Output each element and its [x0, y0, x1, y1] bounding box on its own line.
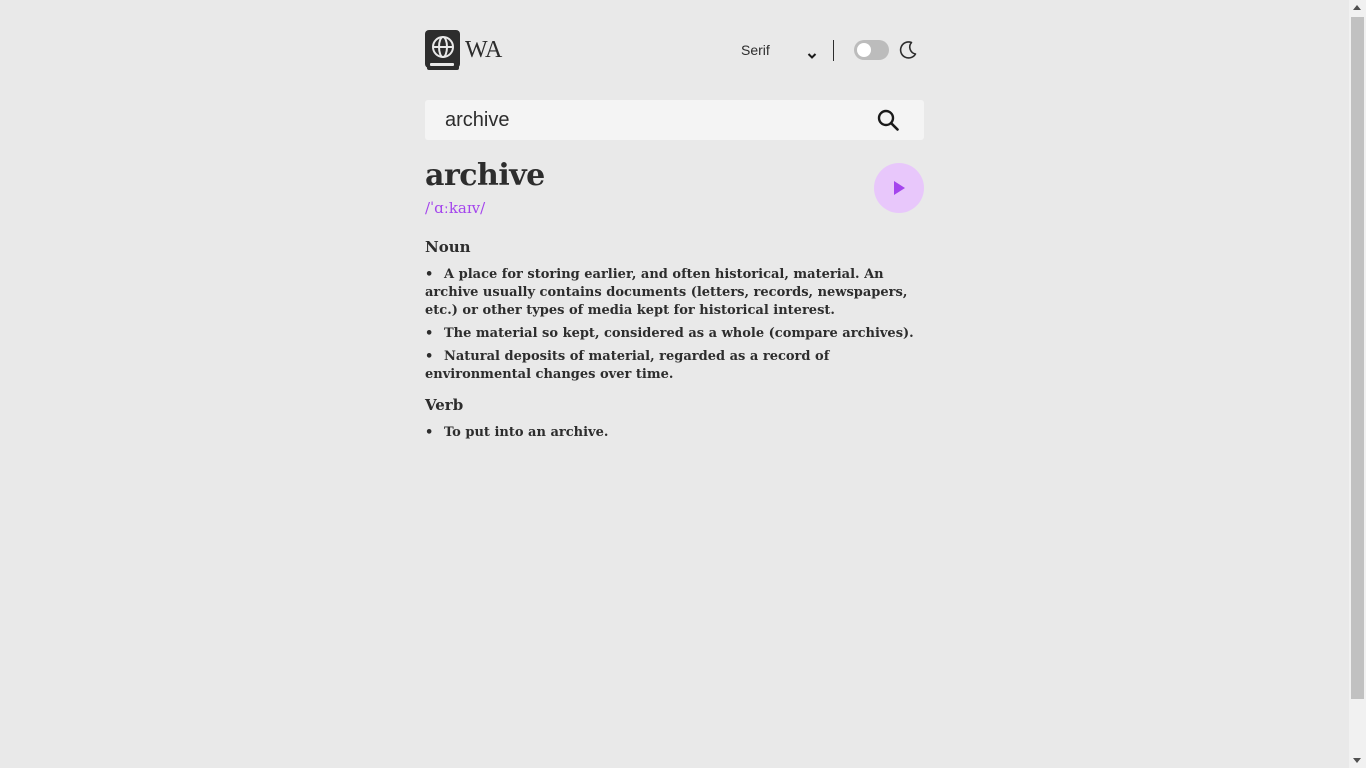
- vertical-scrollbar[interactable]: [1349, 0, 1366, 768]
- definition-text: A place for storing earlier, and often h…: [425, 267, 908, 318]
- search-input[interactable]: [445, 100, 865, 140]
- scrollbar-thumb[interactable]: [1351, 17, 1364, 699]
- bullet: •: [425, 425, 434, 440]
- font-select-value: Serif: [741, 42, 770, 58]
- part-of-speech-noun: Noun: [425, 238, 471, 256]
- toggle-knob: [857, 43, 871, 57]
- entry-phonetic: /ˈɑːkaɪv/: [425, 199, 486, 217]
- entry-word: archive: [425, 158, 545, 193]
- search-bar: [425, 100, 924, 140]
- play-pronunciation-button[interactable]: [874, 163, 924, 213]
- chevron-down-icon: [807, 45, 817, 59]
- bullet: •: [425, 267, 434, 282]
- definition-item: • To put into an archive.: [425, 424, 924, 442]
- definition-text: To put into an archive.: [444, 425, 609, 440]
- definition-item: • The material so kept, considered as a w…: [425, 325, 924, 343]
- moon-icon[interactable]: [898, 40, 918, 60]
- bullet: •: [425, 349, 434, 364]
- play-icon: [894, 181, 905, 195]
- definition-text: Natural deposits of material, regarded a…: [425, 349, 830, 382]
- header-divider: [833, 40, 834, 61]
- noun-definitions: • A place for storing earlier, and often …: [425, 266, 924, 389]
- definition-item: • Natural deposits of material, regarded …: [425, 348, 924, 384]
- book-globe-icon[interactable]: [425, 30, 461, 70]
- scroll-down-arrow[interactable]: [1353, 758, 1361, 763]
- brand-name: WA: [465, 37, 503, 63]
- bullet: •: [425, 326, 434, 341]
- theme-toggle[interactable]: [854, 40, 889, 60]
- verb-definitions: • To put into an archive.: [425, 424, 924, 447]
- search-icon[interactable]: [876, 108, 900, 132]
- scroll-up-arrow[interactable]: [1353, 5, 1361, 10]
- definition-item: • A place for storing earlier, and often …: [425, 266, 924, 320]
- font-family-select[interactable]: Serif: [741, 39, 821, 61]
- header: WA Serif: [425, 30, 924, 70]
- part-of-speech-verb: Verb: [425, 396, 464, 414]
- definition-text: The material so kept, considered as a wh…: [444, 326, 914, 341]
